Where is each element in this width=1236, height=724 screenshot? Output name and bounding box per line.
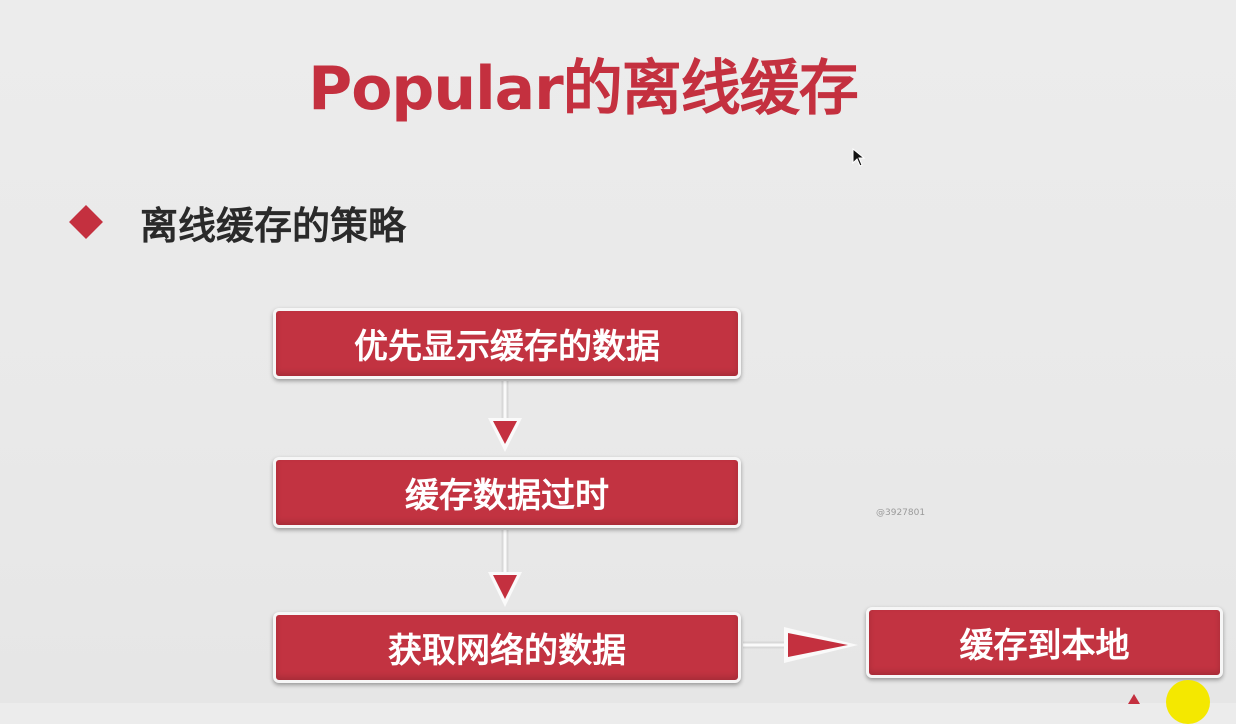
flow-step-fetch-network-data: 获取网络的数据 xyxy=(273,612,741,683)
flow-step-cache-expired: 缓存数据过时 xyxy=(273,457,741,528)
flow-step-show-cached-data: 优先显示缓存的数据 xyxy=(273,308,741,379)
flow-step-save-to-local-cache: 缓存到本地 xyxy=(866,607,1223,678)
arrow-step3-to-step4 xyxy=(743,627,858,663)
arrow-step1-to-step2 xyxy=(488,381,522,452)
arrow-step2-to-step3 xyxy=(488,530,522,607)
yellow-highlight-dot xyxy=(1166,680,1210,724)
mouse-pointer-icon xyxy=(852,148,866,167)
watermark-text: @3927801 xyxy=(876,508,926,518)
